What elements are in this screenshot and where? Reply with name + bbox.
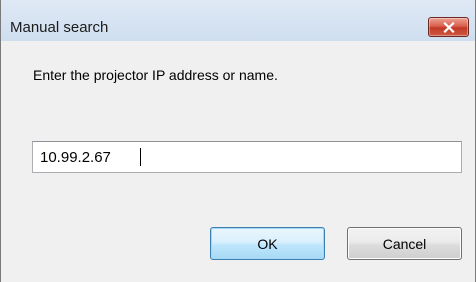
close-button[interactable] — [428, 17, 469, 37]
dialog-body: Enter the projector IP address or name. … — [1, 41, 475, 282]
cancel-button[interactable]: Cancel — [347, 227, 462, 260]
manual-search-dialog: Manual search Enter the projector IP add… — [0, 0, 476, 282]
address-input[interactable] — [32, 141, 462, 173]
prompt-label: Enter the projector IP address or name. — [33, 67, 278, 83]
text-caret — [140, 148, 141, 166]
title-bar[interactable]: Manual search — [1, 0, 475, 41]
ok-button[interactable]: OK — [210, 227, 325, 260]
close-icon — [442, 21, 455, 33]
window-title: Manual search — [10, 19, 109, 36]
